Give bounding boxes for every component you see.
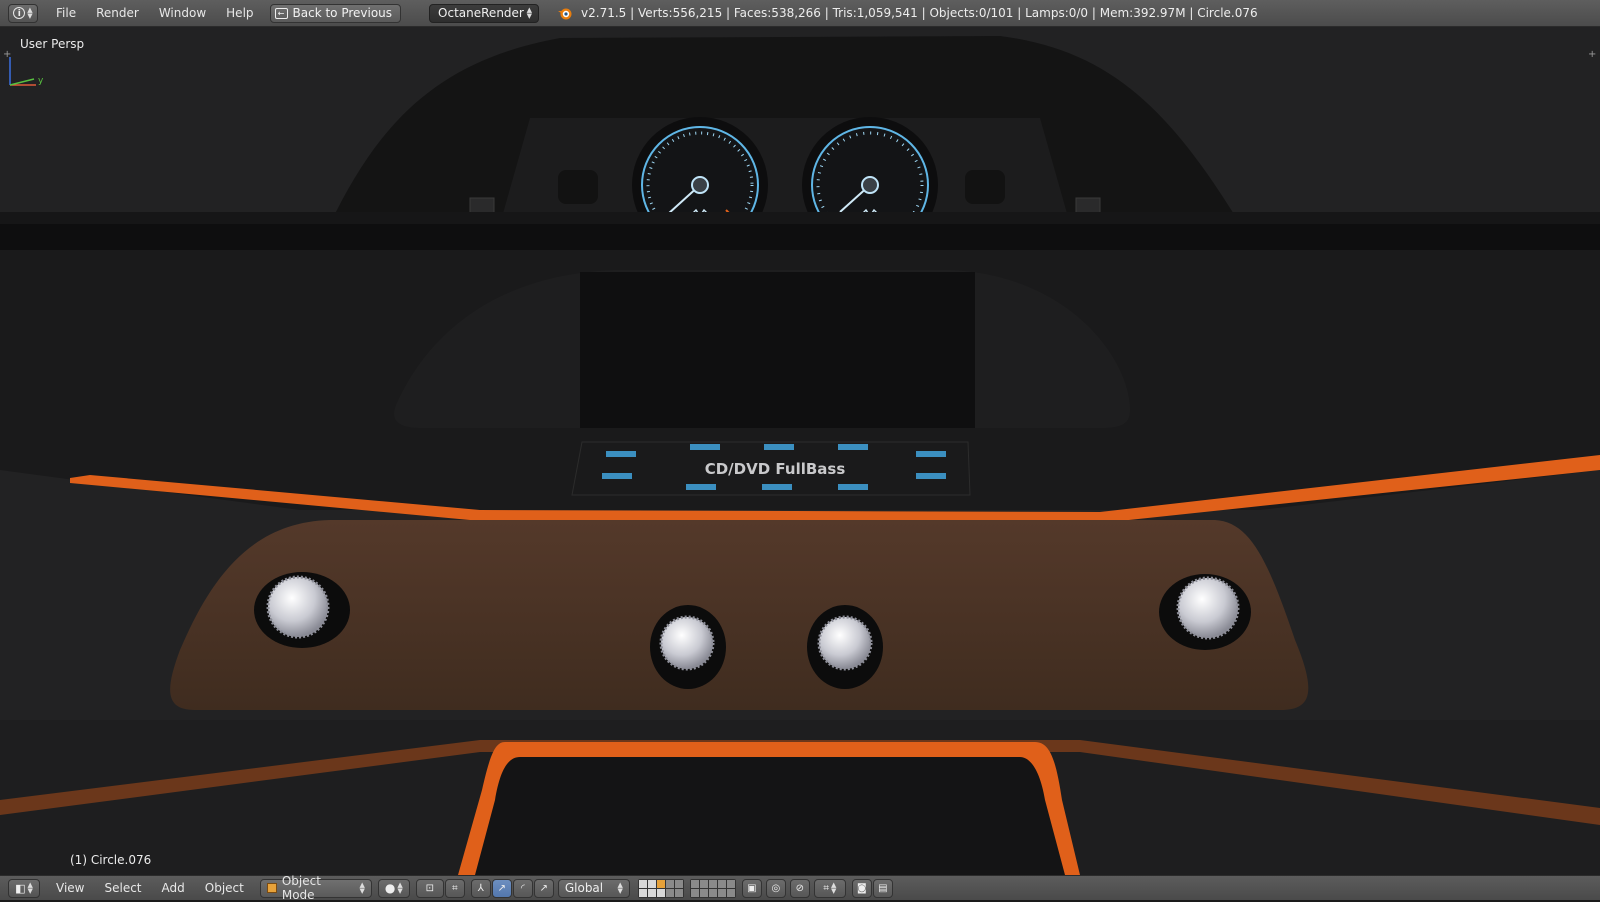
menu-window[interactable]: Window	[149, 6, 216, 20]
viewport-shading-select[interactable]: ● ▲ ▼	[377, 878, 410, 898]
info-icon: i	[13, 7, 26, 19]
transform-orientation-value: Global	[564, 881, 604, 895]
updown-arrows-icon: ▲ ▼	[830, 881, 837, 895]
menu-add[interactable]: Add	[152, 881, 195, 895]
render-opengl-image-button[interactable]: ◙	[851, 878, 872, 898]
scene-statistics: v2.71.5 | Verts:556,215 | Faces:538,266 …	[581, 6, 1258, 20]
transform-orientation-select[interactable]: Global ▲ ▼	[557, 878, 630, 898]
manipulator-toggle[interactable]: ⅄	[470, 878, 491, 898]
clapperboard-icon: ▤	[878, 882, 888, 894]
object-mode-select[interactable]: Object Mode ▲ ▼	[259, 874, 372, 902]
main-menu: File Render Window Help	[46, 6, 264, 20]
scale-manipulator-button[interactable]: ↗	[533, 878, 554, 898]
3d-view-header: ◧ ▲ ▼ View Select Add Object Object Mode …	[0, 874, 1600, 902]
updown-arrows-icon: ▲ ▼	[27, 881, 33, 895]
viewport-scene: CD/DVD FullBass	[0, 27, 1600, 875]
updown-arrows-icon: ▲ ▼	[526, 6, 533, 20]
proportional-editing-toggle[interactable]: ◎	[765, 878, 786, 898]
svg-text:y: y	[38, 76, 44, 86]
menu-render[interactable]: Render	[86, 6, 149, 20]
menu-view[interactable]: View	[46, 881, 94, 895]
3d-viewport[interactable]: CD/DVD FullBass User Persp + + y (1) Cir…	[0, 27, 1600, 875]
editor-type-button-3d[interactable]: ◧ ▲ ▼	[8, 878, 40, 898]
blender-logo-icon	[558, 8, 572, 20]
active-object-label: (1) Circle.076	[70, 853, 152, 867]
radio-brand-label: CD/DVD FullBass	[705, 460, 846, 478]
layer-grid-left[interactable]	[637, 878, 684, 898]
render-opengl-animation-button[interactable]: ▤	[872, 878, 893, 898]
right-outer-knob	[1159, 574, 1251, 650]
center-left-knob	[650, 605, 726, 689]
lock-layers-toggle[interactable]: ▣	[741, 878, 762, 898]
layer-grid-right[interactable]	[689, 878, 736, 898]
proportional-edit-icon: ◎	[771, 882, 781, 894]
layers-lock-icon: ▣	[747, 882, 757, 894]
object-mode-value: Object Mode	[281, 874, 321, 902]
snap-grid-icon: ⌗	[823, 882, 829, 894]
updown-arrows-icon: ▲ ▼	[617, 881, 623, 895]
center-right-knob	[807, 605, 883, 689]
manipulator-icon: ⌗	[452, 882, 458, 894]
axis-gizmo-icon: y	[9, 57, 44, 86]
back-arrow-icon: ←	[274, 7, 288, 19]
render-engine-value: OctaneRender	[438, 6, 524, 20]
display-screen	[580, 272, 975, 428]
translate-arrow-icon: ↗	[497, 882, 507, 894]
3d-view-icon: ◧	[15, 881, 26, 895]
menu-object[interactable]: Object	[195, 881, 254, 895]
menu-file[interactable]: File	[46, 6, 86, 20]
scale-icon: ↗	[539, 882, 549, 894]
back-to-previous-button[interactable]: ← Back to Previous	[269, 3, 402, 23]
rotate-arc-icon: ◜	[520, 882, 525, 894]
pivot-point-select[interactable]: ⊡	[415, 878, 444, 898]
radio-unit: CD/DVD FullBass	[571, 441, 971, 496]
camera-icon: ◙	[856, 882, 867, 894]
back-to-previous-label: Back to Previous	[292, 6, 393, 20]
view-menu-bar: View Select Add Object	[46, 881, 254, 895]
object-mode-cube-icon	[266, 883, 277, 893]
lower-console-bay	[462, 742, 1072, 875]
snap-toggle[interactable]: ⊘	[789, 878, 810, 898]
updown-arrows-icon: ▲ ▼	[27, 6, 33, 20]
snap-magnet-icon: ⊘	[795, 882, 805, 894]
translate-manipulator-button[interactable]: ↗	[491, 878, 512, 898]
dashboard-edge	[0, 224, 1600, 252]
pivot-icon: ⊡	[425, 882, 435, 894]
left-outer-knob	[254, 572, 350, 648]
solid-shading-icon: ●	[384, 881, 396, 895]
region-toggle-right-icon[interactable]: +	[1588, 49, 1596, 60]
menu-select[interactable]: Select	[94, 881, 151, 895]
editor-type-button[interactable]: i ▲ ▼	[8, 3, 38, 23]
updown-arrows-icon: ▲ ▼	[397, 881, 403, 895]
info-header: i ▲ ▼ File Render Window Help ← Back to P…	[0, 0, 1600, 27]
menu-help[interactable]: Help	[216, 6, 263, 20]
render-engine-select[interactable]: OctaneRender ▲ ▼	[429, 3, 540, 23]
right-vent	[965, 170, 1005, 204]
occlude-geometry-toggle[interactable]: ⌗	[444, 878, 465, 898]
rotate-manipulator-button[interactable]: ◜	[512, 878, 533, 898]
left-vent	[558, 170, 598, 204]
snap-element-select[interactable]: ⌗ ▲ ▼	[813, 878, 846, 898]
transform-axis-icon: ⅄	[477, 882, 484, 894]
updown-arrows-icon: ▲ ▼	[359, 881, 365, 895]
